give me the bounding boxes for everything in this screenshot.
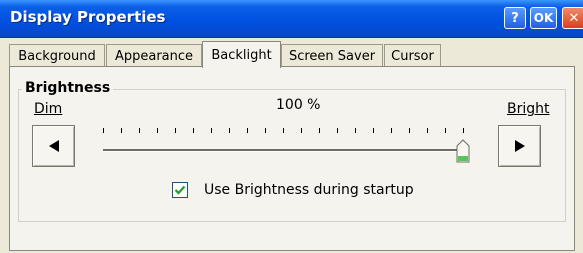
tab-label: Screen Saver (288, 48, 376, 64)
tab-label: Cursor (391, 48, 434, 64)
checkmark-icon (174, 185, 186, 195)
slider-tick (409, 128, 410, 133)
decrease-brightness-button[interactable] (32, 125, 75, 167)
slider-tick (463, 128, 464, 133)
tab-label: Appearance (114, 48, 194, 64)
brightness-slider[interactable] (103, 122, 471, 167)
ok-button[interactable]: OK (530, 7, 557, 29)
bright-label: Bright (507, 101, 550, 117)
slider-tick (247, 128, 248, 133)
tab-background[interactable]: Background (9, 44, 105, 67)
slider-track (103, 149, 463, 152)
slider-tick (121, 128, 122, 133)
tab-appearance[interactable]: Appearance (106, 44, 202, 67)
slider-tick (139, 128, 140, 133)
brightness-value: 100 % (276, 97, 321, 113)
slider-tick (193, 128, 194, 133)
left-arrow-icon (48, 140, 59, 152)
title-bar: Display Properties ? OK ✕ (0, 0, 583, 38)
increase-brightness-button[interactable] (498, 125, 541, 167)
slider-tick (229, 128, 230, 133)
tab-backlight[interactable]: Backlight (202, 41, 281, 68)
dim-label-text: Dim (34, 101, 63, 117)
slider-tick (283, 128, 284, 133)
slider-tick (355, 128, 356, 133)
slider-tick (265, 128, 266, 133)
slider-tick (103, 128, 104, 133)
startup-option-row: Use Brightness during startup (172, 182, 414, 198)
close-icon: ✕ (568, 10, 580, 26)
slider-tick (373, 128, 374, 133)
slider-thumb[interactable] (456, 139, 470, 163)
help-button[interactable]: ? (504, 7, 526, 29)
slider-tick (157, 128, 158, 133)
tab-screen-saver[interactable]: Screen Saver (281, 44, 383, 67)
close-button[interactable]: ✕ (562, 7, 583, 29)
slider-tick (301, 128, 302, 133)
slider-tick (427, 128, 428, 133)
slider-tick (391, 128, 392, 133)
startup-checkbox[interactable] (172, 182, 188, 198)
tab-label: Background (18, 48, 96, 64)
slider-tick (175, 128, 176, 133)
tab-label: Backlight (211, 47, 272, 63)
brightness-group-label: Brightness (22, 80, 114, 96)
slider-tick (445, 128, 446, 133)
startup-checkbox-label: Use Brightness during startup (204, 182, 414, 198)
tab-cursor[interactable]: Cursor (384, 44, 441, 67)
right-arrow-icon (514, 140, 525, 152)
slider-tick (337, 128, 338, 133)
dim-label: Dim (34, 101, 62, 117)
bright-label-text: Bright (507, 101, 550, 117)
window-title: Display Properties (10, 8, 166, 26)
slider-tick (211, 128, 212, 133)
slider-tick (319, 128, 320, 133)
